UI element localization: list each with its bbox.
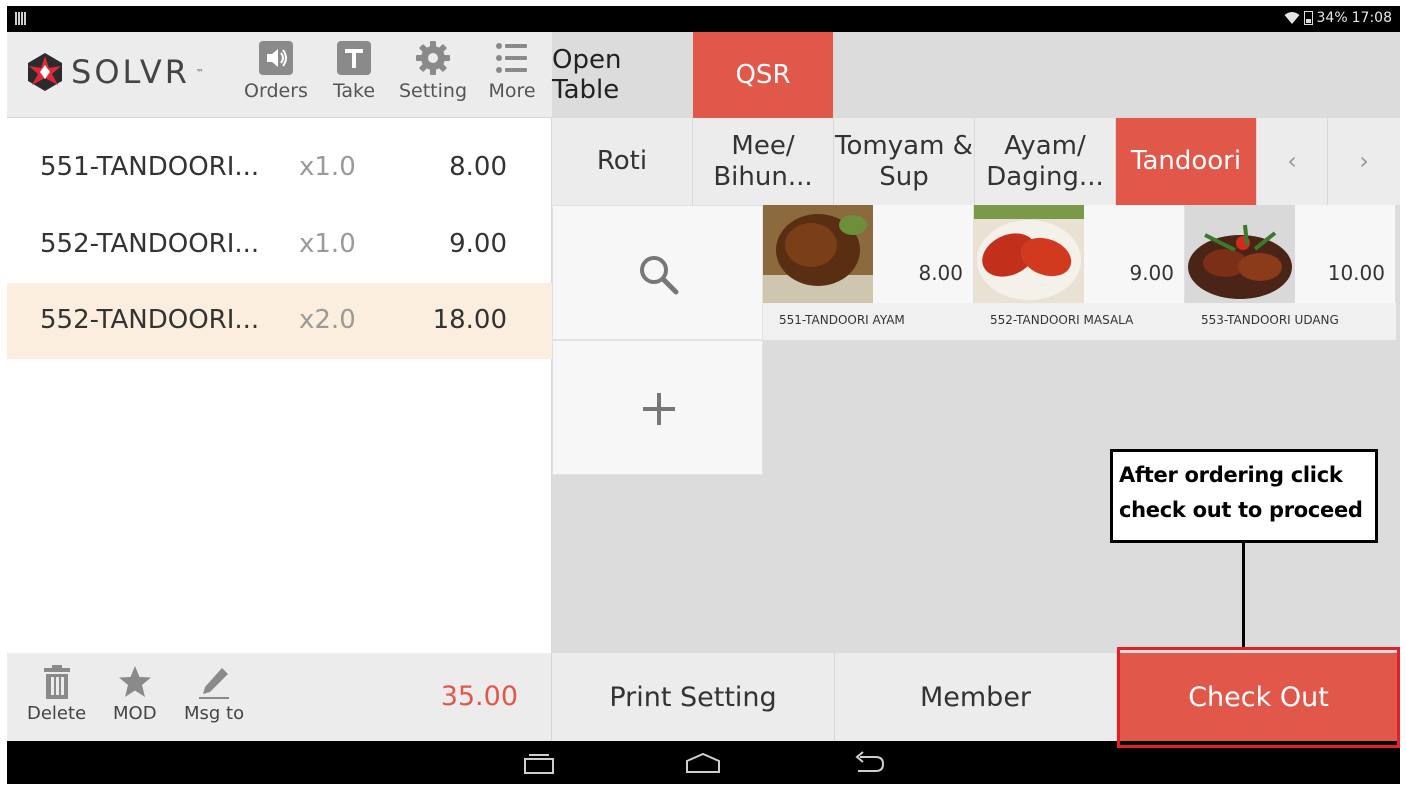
order-item-qty: x2.0 xyxy=(299,305,356,335)
next-category-button[interactable]: › xyxy=(1328,118,1400,205)
orders-button[interactable]: Orders xyxy=(241,40,311,114)
menu-grid: 8.00 551-TANDOORI AYAM 9.00 552-TANDOORI… xyxy=(552,205,1400,653)
menu-item-name: 551-TANDOORI AYAM xyxy=(763,303,974,340)
annotation-highlight-frame xyxy=(1117,647,1400,748)
gear-icon xyxy=(415,40,451,76)
delete-button[interactable]: Delete xyxy=(27,663,86,724)
pencil-icon xyxy=(196,663,232,701)
add-item-tile[interactable] xyxy=(552,340,763,475)
annotation-line-2: check out to proceed xyxy=(1119,498,1363,522)
trash-icon xyxy=(39,663,75,701)
msg-to-button[interactable]: Msg to xyxy=(184,663,244,724)
menu-item-name: 553-TANDOORI UDANG xyxy=(1185,303,1396,340)
app-header: SOLVR ™ Orders Take Setting More xyxy=(7,32,552,118)
menu-item-name: 552-TANDOORI MASALA xyxy=(974,303,1185,340)
order-total: 35.00 xyxy=(440,681,518,712)
take-button[interactable]: Take xyxy=(319,40,389,114)
star-icon xyxy=(117,663,153,701)
solvr-logo-icon xyxy=(28,53,62,91)
annotation-callout: After ordering click check out to procee… xyxy=(1110,449,1378,543)
tandoori-udang-photo xyxy=(1185,205,1295,303)
category-tabs: Roti Mee/ Bihun... Tomyam & Sup Ayam/ Da… xyxy=(552,118,1400,205)
category-tab-ayam-daging[interactable]: Ayam/ Daging... xyxy=(975,118,1116,205)
order-row[interactable]: 551-TANDOORI... x1.0 8.00 xyxy=(7,130,552,206)
plus-icon xyxy=(643,393,675,425)
setting-button[interactable]: Setting xyxy=(398,40,468,114)
order-item-qty: x1.0 xyxy=(299,152,356,182)
order-item-amount: 9.00 xyxy=(449,229,507,259)
category-tab-tandoori[interactable]: Tandoori xyxy=(1116,118,1257,205)
home-icon[interactable] xyxy=(684,751,722,775)
solvr-logo: SOLVR ™ xyxy=(25,52,204,92)
search-icon xyxy=(640,256,679,295)
order-item-amount: 8.00 xyxy=(449,152,507,182)
menu-item-price: 8.00 xyxy=(918,261,963,285)
brand-name: SOLVR xyxy=(71,53,190,91)
category-tab-tomyam-sup[interactable]: Tomyam & Sup xyxy=(834,118,975,205)
clock: 17:08 xyxy=(1351,10,1392,26)
annotation-connector xyxy=(1242,543,1245,648)
menu-item[interactable]: 8.00 551-TANDOORI AYAM xyxy=(763,205,974,340)
mod-button[interactable]: MOD xyxy=(113,663,157,724)
order-row[interactable]: 552-TANDOORI... x1.0 9.00 xyxy=(7,207,552,283)
menu-item-price: 9.00 xyxy=(1129,261,1174,285)
open-table-tab[interactable]: Open Table xyxy=(552,32,693,118)
order-row-selected[interactable]: 552-TANDOORI... x2.0 18.00 xyxy=(7,283,552,359)
mode-tabs: Open Table QSR xyxy=(552,32,1400,118)
more-button[interactable]: More xyxy=(477,40,547,114)
list-icon xyxy=(494,40,530,76)
category-tab-mee-bihun[interactable]: Mee/ Bihun... xyxy=(693,118,834,205)
qsr-tab[interactable]: QSR xyxy=(693,32,833,118)
recent-apps-icon[interactable] xyxy=(522,751,556,775)
tandoori-ayam-photo xyxy=(763,205,873,303)
order-item-name: 552-TANDOORI... xyxy=(40,305,260,335)
tandoori-masala-photo xyxy=(974,205,1084,303)
battery-icon xyxy=(1303,11,1313,25)
take-t-icon xyxy=(336,40,372,76)
order-item-name: 551-TANDOORI... xyxy=(40,152,260,182)
order-item-amount: 18.00 xyxy=(432,305,507,335)
menu-item[interactable]: 9.00 552-TANDOORI MASALA xyxy=(974,205,1185,340)
order-item-qty: x1.0 xyxy=(299,229,356,259)
search-tile[interactable] xyxy=(552,205,763,340)
annotation-line-1: After ordering click xyxy=(1119,463,1343,487)
order-list: 551-TANDOORI... x1.0 8.00 552-TANDOORI..… xyxy=(7,118,552,653)
back-icon[interactable] xyxy=(850,751,886,775)
menu-item[interactable]: 10.00 553-TANDOORI UDANG xyxy=(1185,205,1396,340)
prev-category-button[interactable]: ‹ xyxy=(1257,118,1328,205)
order-actions-bar: Delete MOD Msg to 35.00 xyxy=(7,653,552,741)
speaker-icon xyxy=(258,40,294,76)
status-bar: 34% 17:08 xyxy=(7,6,1400,32)
menu-item-price: 10.00 xyxy=(1327,261,1385,285)
notification-icon xyxy=(15,12,27,25)
category-tab-roti[interactable]: Roti xyxy=(552,118,693,205)
order-item-name: 552-TANDOORI... xyxy=(40,229,260,259)
battery-level: 34% xyxy=(1316,10,1348,26)
member-button[interactable]: Member xyxy=(835,653,1117,741)
wifi-icon xyxy=(1284,12,1300,24)
print-setting-button[interactable]: Print Setting xyxy=(552,653,835,741)
